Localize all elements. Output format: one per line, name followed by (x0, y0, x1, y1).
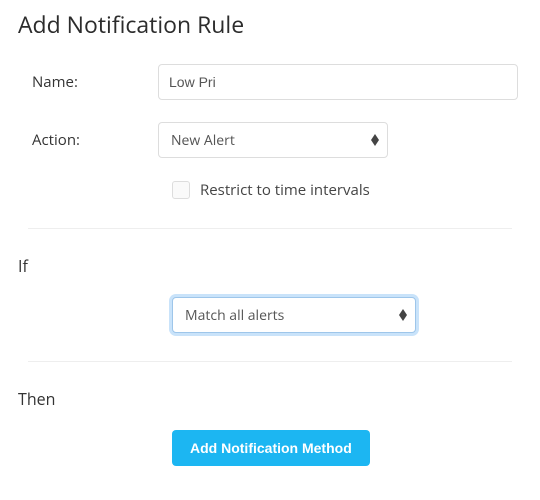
add-notification-rule-page: Add Notification Rule Name: Action: New … (0, 0, 540, 466)
restrict-label: Restrict to time intervals (200, 180, 370, 200)
name-field-col (158, 64, 522, 100)
divider-2 (28, 361, 512, 362)
action-field-col: New Alert (158, 122, 522, 158)
then-heading: Then (18, 388, 522, 410)
restrict-checkbox[interactable] (172, 181, 190, 199)
if-heading: If (18, 255, 522, 277)
name-input[interactable] (158, 64, 518, 100)
updown-icon (399, 309, 407, 321)
action-select-value: New Alert (171, 131, 235, 150)
row-action: Action: New Alert (18, 122, 522, 158)
row-name: Name: (18, 64, 522, 100)
divider-1 (28, 228, 512, 229)
match-select[interactable]: Match all alerts (172, 297, 416, 333)
add-notification-method-button[interactable]: Add Notification Method (172, 430, 370, 466)
match-select-value: Match all alerts (185, 306, 284, 325)
then-field: Add Notification Method (18, 430, 522, 466)
updown-icon (371, 134, 379, 146)
row-restrict: Restrict to time intervals (18, 180, 522, 200)
if-field: Match all alerts (18, 297, 522, 333)
action-select[interactable]: New Alert (158, 122, 388, 158)
page-title: Add Notification Rule (18, 8, 522, 40)
action-label: Action: (18, 130, 158, 150)
name-label: Name: (18, 72, 158, 92)
